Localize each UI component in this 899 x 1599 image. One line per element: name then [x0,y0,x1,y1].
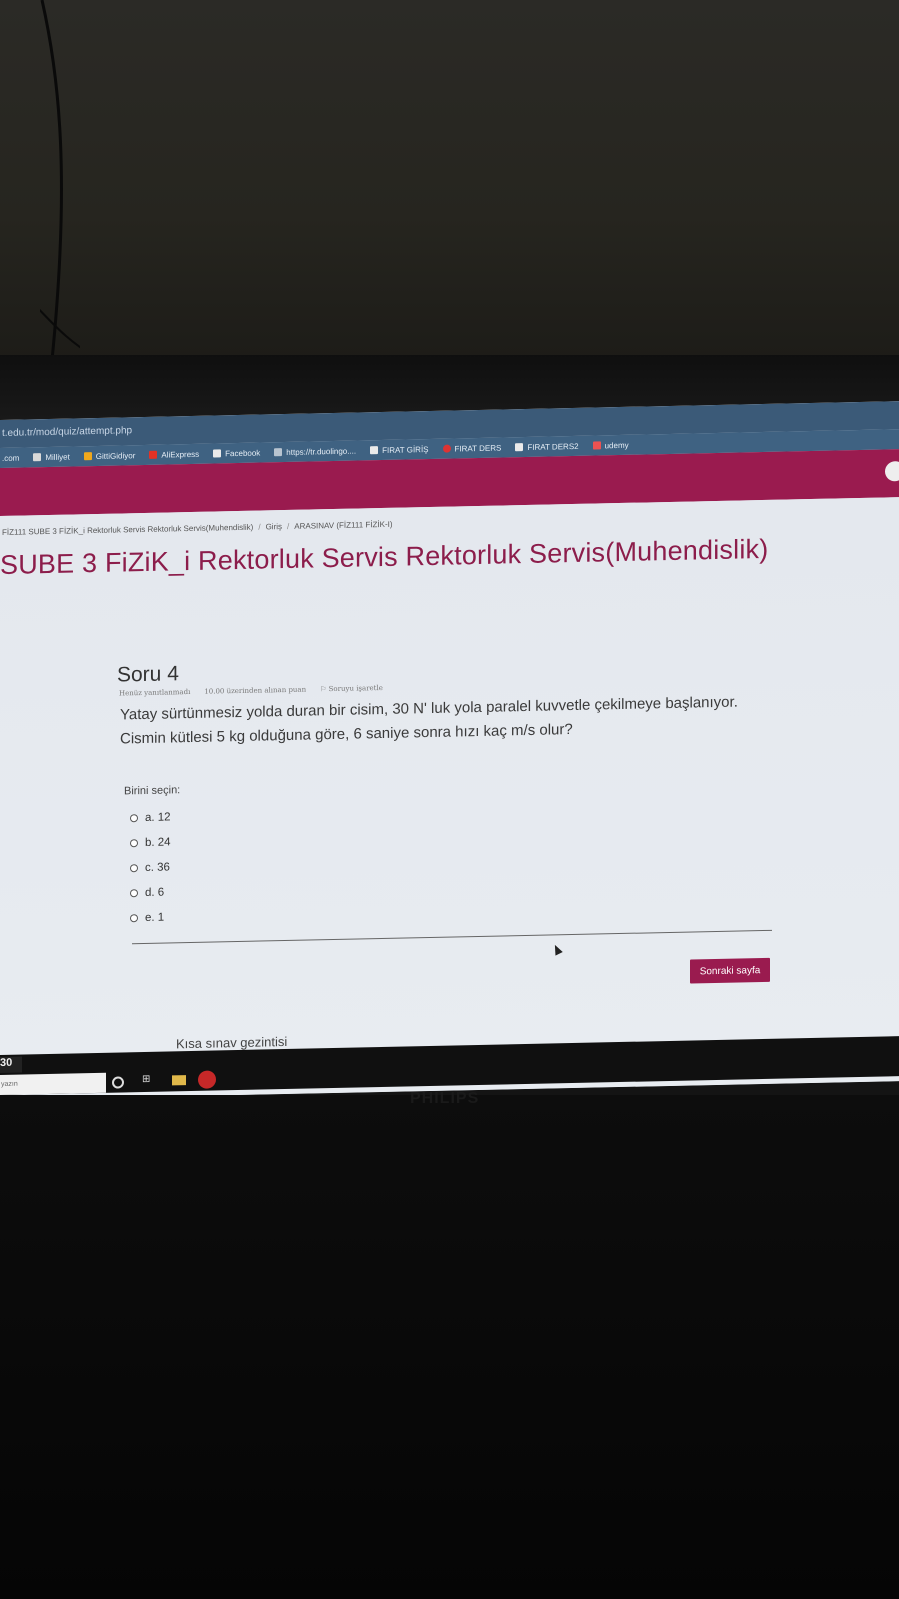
question-points: 10.00 üzerinden alınan puan [204,685,307,696]
mouse-cursor-icon [551,943,563,956]
opera-browser-icon[interactable] [198,1070,216,1089]
bookmark-label: Facebook [225,448,261,458]
bookmark-milliyet[interactable]: Milliyet [33,452,70,462]
url-text[interactable]: t.edu.tr/mod/quiz/attempt.php [2,425,132,439]
answer-option[interactable]: b. 24 [130,829,171,855]
milliyet-icon [33,453,42,462]
option-label[interactable]: e. 1 [145,911,164,923]
clock-text: 30 [0,1056,22,1073]
monitor-brand-logo: PHILIPS [410,1090,480,1107]
bookmark-firat-ders2[interactable]: FIRAT DERS2 [515,441,579,452]
cable [40,0,80,360]
option-label[interactable]: b. 24 [145,836,171,849]
breadcrumb-quiz[interactable]: ARASINAV (FİZ111 FİZİK-I) [294,520,392,531]
divider [132,929,772,945]
bookmark-udemy[interactable]: udemy [592,440,629,450]
option-label[interactable]: a. 12 [145,811,171,824]
pin-icon [442,444,451,453]
answer-option[interactable]: e. 1 [130,904,171,930]
bookmark-firat-ders[interactable]: FIRAT DERS [442,442,502,453]
question-heading: Soru 4 [117,662,179,687]
quiz-page: FİZ111 SUBE 3 FİZİK_i Rektorluk Servis R… [0,497,899,1100]
radio-button[interactable] [130,863,138,872]
option-label[interactable]: d. 6 [145,886,164,898]
bookmark-gittigidiyor[interactable]: GittiGidiyor [83,450,136,461]
answer-option[interactable]: c. 36 [130,854,171,880]
bookmark-label: https://tr.duolingo.... [286,446,357,457]
choose-label: Birini seçin: [124,784,181,798]
bookmark-facebook[interactable]: Facebook [213,448,260,458]
radio-button[interactable] [130,888,138,897]
bookmark-label: Milliyet [45,452,70,462]
gittigidiyor-icon [83,452,92,461]
bookmark-firat-giris[interactable]: FIRAT GİRİŞ [370,444,429,455]
taskbar-search-input[interactable]: yazın [0,1072,106,1095]
page-title: SUBE 3 FiZiK_i Rektorluk Servis Rektorlu… [0,533,769,580]
bookmark-label: AliExpress [161,449,200,460]
monitor-bezel-bottom [0,1095,899,1599]
page-icon [370,446,379,455]
flag-icon: ⚐ [320,685,329,694]
aliexpress-icon [149,450,158,459]
bookmark-label: FIRAT DERS [454,442,502,453]
cortana-icon[interactable] [112,1076,124,1089]
bookmark-duolingo[interactable]: https://tr.duolingo.... [274,446,356,457]
flag-label: Soruyu işaretle [328,683,383,694]
bookmark-label: .com [2,453,20,463]
bookmark-label: FIRAT DERS2 [527,441,579,452]
option-label[interactable]: c. 36 [145,861,170,874]
radio-button[interactable] [130,838,138,847]
breadcrumb-separator: / [287,521,290,531]
bookmark-aliexpress[interactable]: AliExpress [149,449,199,459]
page-icon [515,443,524,452]
grid-icon [274,448,283,457]
breadcrumb: FİZ111 SUBE 3 FİZİK_i Rektorluk Servis R… [2,520,393,537]
background-wall [0,0,899,360]
bookmark-com[interactable]: .com [2,453,19,462]
breadcrumb-course[interactable]: FİZ111 SUBE 3 FİZİK_i Rektorluk Servis R… [2,523,253,537]
bookmark-label: udemy [604,440,629,450]
bookmark-label: GittiGidiyor [95,450,136,461]
task-view-icon[interactable]: ⊞ [142,1074,156,1088]
answer-options: a. 12 b. 24 c. 36 d. 6 e. 1 [130,804,171,930]
radio-button[interactable] [130,913,138,922]
breadcrumb-section[interactable]: Giriş [266,522,282,531]
file-explorer-icon[interactable] [172,1075,186,1086]
radio-button[interactable] [130,813,138,822]
user-avatar[interactable] [885,461,899,482]
page-icon [213,449,222,458]
question-status: Henüz yanıtlanmadı [119,688,191,698]
next-page-button[interactable]: Sonraki sayfa [690,957,770,984]
question-text: Yatay sürtünmesiz yolda duran bir cisim,… [120,693,738,748]
answer-option[interactable]: d. 6 [130,879,171,905]
browser-screen: t.edu.tr/mod/quiz/attempt.php .com Milli… [0,401,899,1100]
flag-question-link[interactable]: ⚐ Soruyu işaretle [320,684,383,693]
breadcrumb-separator: / [258,522,261,532]
udemy-icon [592,441,601,450]
bookmark-label: FIRAT GİRİŞ [382,444,429,455]
answer-option[interactable]: a. 12 [130,804,171,830]
